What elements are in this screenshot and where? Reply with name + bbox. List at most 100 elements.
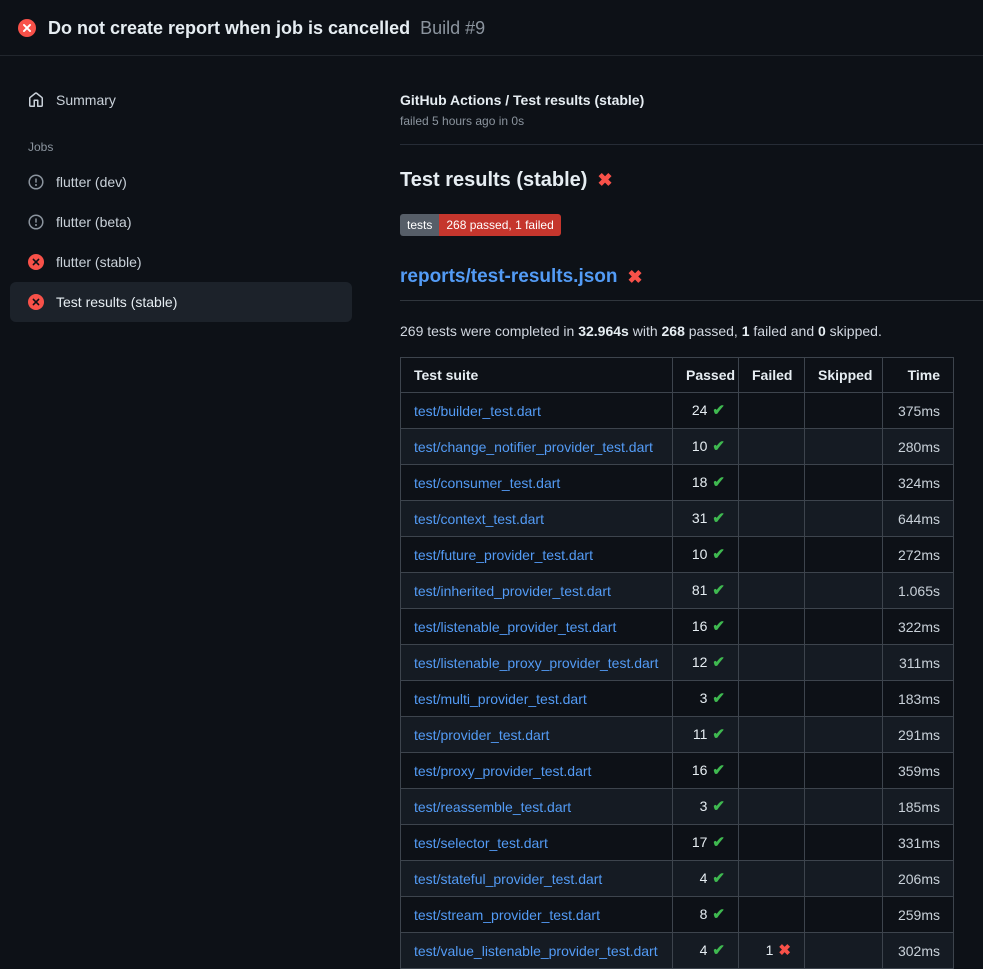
table-row: test/stream_provider_test.dart8✔259ms <box>401 897 954 933</box>
table-body: test/builder_test.dart24✔375mstest/chang… <box>401 393 954 969</box>
test-suite-link[interactable]: test/provider_test.dart <box>414 727 549 743</box>
count-value: 81 <box>692 582 708 598</box>
test-suite-link[interactable]: test/listenable_provider_test.dart <box>414 619 616 635</box>
failed-cell <box>739 717 805 753</box>
sidebar-job-item[interactable]: flutter (beta) <box>10 202 352 242</box>
passed-cell: 16✔ <box>673 753 739 789</box>
failed-cell <box>739 393 805 429</box>
passed-cell: 3✔ <box>673 681 739 717</box>
skipped-cell <box>805 681 883 717</box>
passed-cell: 12✔ <box>673 645 739 681</box>
test-suite-link[interactable]: test/stateful_provider_test.dart <box>414 871 602 887</box>
passed-cell: 3✔ <box>673 789 739 825</box>
x-circle-fill-icon <box>18 19 36 37</box>
test-suite-link[interactable]: test/proxy_provider_test.dart <box>414 763 591 779</box>
test-suite-link[interactable]: test/value_listenable_provider_test.dart <box>414 943 658 959</box>
table-row: test/change_notifier_provider_test.dart1… <box>401 429 954 465</box>
check-mark-icon: ✔ <box>712 690 725 707</box>
time-cell: 359ms <box>883 753 954 789</box>
time-cell: 1.065s <box>883 573 954 609</box>
suite-cell: test/inherited_provider_test.dart <box>401 573 673 609</box>
time-cell: 302ms <box>883 933 954 969</box>
passed-cell: 81✔ <box>673 573 739 609</box>
cross-mark-icon: ✖ <box>597 170 612 191</box>
table-row: test/listenable_provider_test.dart16✔322… <box>401 609 954 645</box>
sidebar-job-item[interactable]: Test results (stable) <box>10 282 352 322</box>
count-value: 8 <box>700 906 708 922</box>
table-row: test/multi_provider_test.dart3✔183ms <box>401 681 954 717</box>
check-title-text: Test results (stable) <box>400 169 587 192</box>
test-suite-link[interactable]: test/multi_provider_test.dart <box>414 691 587 707</box>
report-file-heading: reports/test-results.json ✖ <box>400 266 983 301</box>
test-suite-link[interactable]: test/change_notifier_provider_test.dart <box>414 439 653 455</box>
table-row: test/proxy_provider_test.dart 16✔ 359ms <box>401 753 954 789</box>
time-cell: 644ms <box>883 501 954 537</box>
check-mark-icon: ✔ <box>712 546 725 563</box>
count-value: 1 <box>766 942 774 958</box>
test-suite-link[interactable]: test/selector_test.dart <box>414 835 548 851</box>
count-value: 12 <box>692 654 708 670</box>
build-number: Build #9 <box>420 16 485 40</box>
suite-cell: test/context_test.dart <box>401 501 673 537</box>
table-row: test/provider_test.dart11✔291ms <box>401 717 954 753</box>
test-suite-link[interactable]: test/stream_provider_test.dart <box>414 907 600 923</box>
failed-cell <box>739 861 805 897</box>
summary-text: skipped. <box>826 323 882 339</box>
skipped-cell <box>805 861 883 897</box>
check-mark-icon: ✔ <box>712 726 725 743</box>
column-header: Test suite <box>401 358 673 393</box>
home-icon <box>28 92 44 108</box>
badge-label: tests <box>400 214 439 236</box>
passed-cell: 10✔ <box>673 537 739 573</box>
table-row: test/builder_test.dart24✔375ms <box>401 393 954 429</box>
test-suite-link[interactable]: test/context_test.dart <box>414 511 544 527</box>
test-suite-link[interactable]: test/listenable_proxy_provider_test.dart <box>414 655 658 671</box>
failed-cell <box>739 429 805 465</box>
badge-value: 268 passed, 1 failed <box>439 214 560 236</box>
test-suite-link[interactable]: test/consumer_test.dart <box>414 475 560 491</box>
count-value: 3 <box>700 798 708 814</box>
sidebar-job-item[interactable]: flutter (stable) <box>10 242 352 282</box>
run-meta-text: failed 5 hours ago in 0s <box>400 114 983 128</box>
failed-cell <box>739 897 805 933</box>
failed-cell <box>739 645 805 681</box>
count-value: 17 <box>692 834 708 850</box>
suite-cell: test/future_provider_test.dart <box>401 537 673 573</box>
time-cell: 331ms <box>883 825 954 861</box>
column-header: Time <box>883 358 954 393</box>
count-value: 31 <box>692 510 708 526</box>
skipped-cell <box>805 933 883 969</box>
check-mark-icon: ✔ <box>712 654 725 671</box>
check-mark-icon: ✔ <box>712 906 725 923</box>
suite-cell: test/selector_test.dart <box>401 825 673 861</box>
column-header: Skipped <box>805 358 883 393</box>
test-suite-link[interactable]: test/reassemble_test.dart <box>414 799 571 815</box>
passed-cell: 4✔ <box>673 933 739 969</box>
section-divider <box>400 144 983 145</box>
skipped-cell <box>805 753 883 789</box>
test-suite-link[interactable]: test/future_provider_test.dart <box>414 547 593 563</box>
sidebar-job-item[interactable]: flutter (dev) <box>10 162 352 202</box>
skipped-cell <box>805 645 883 681</box>
skipped-cell <box>805 897 883 933</box>
test-suite-link[interactable]: test/builder_test.dart <box>414 403 541 419</box>
suite-cell: test/value_listenable_provider_test.dart <box>401 933 673 969</box>
summary-text: passed, <box>685 323 742 339</box>
check-mark-icon: ✔ <box>712 402 725 419</box>
count-value: 16 <box>692 762 708 778</box>
suite-cell: test/listenable_provider_test.dart <box>401 609 673 645</box>
check-mark-icon: ✔ <box>712 762 725 779</box>
failed-cell <box>739 537 805 573</box>
passed-cell: 17✔ <box>673 825 739 861</box>
suite-cell: test/stream_provider_test.dart <box>401 897 673 933</box>
sidebar-item-summary[interactable]: Summary <box>10 80 352 120</box>
test-suite-link[interactable]: test/inherited_provider_test.dart <box>414 583 611 599</box>
failed-cell <box>739 501 805 537</box>
column-header: Failed <box>739 358 805 393</box>
check-mark-icon: ✔ <box>712 798 725 815</box>
count-value: 11 <box>693 726 708 742</box>
report-file-link[interactable]: reports/test-results.json <box>400 266 618 288</box>
skipped-cell <box>805 825 883 861</box>
passed-cell: 31✔ <box>673 501 739 537</box>
count-value: 4 <box>700 942 708 958</box>
